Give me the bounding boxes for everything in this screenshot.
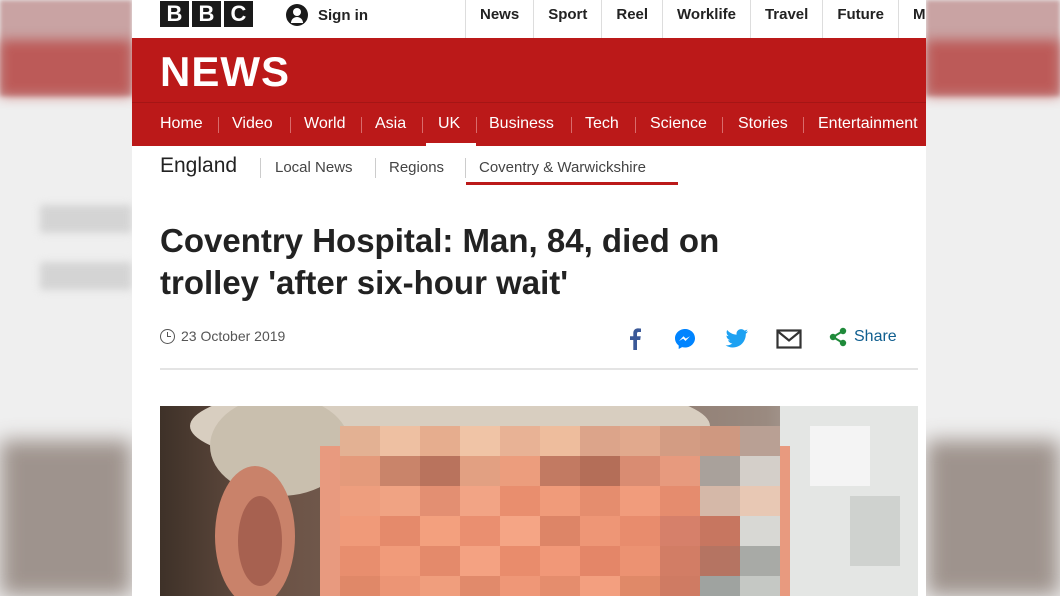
headline-line-1: Coventry Hospital: Man, 84, died on — [160, 222, 720, 259]
sign-in-label: Sign in — [318, 6, 368, 24]
nav-asia[interactable]: Asia — [375, 103, 406, 147]
nav-stories[interactable]: Stories — [738, 103, 788, 147]
bbc-topbar: B B C Sign in News Sport Reel Worklife T… — [132, 0, 926, 39]
share-icon — [829, 327, 847, 347]
news-header: NEWS Home Video World Asia UK Business T… — [132, 38, 926, 147]
article-meta: 23 October 2019 — [160, 328, 285, 344]
sub-nav: England Local News Regions Coventry & Wa… — [132, 146, 926, 190]
email-icon[interactable] — [774, 324, 804, 354]
twitter-icon[interactable] — [722, 324, 752, 354]
top-nav-reel[interactable]: Reel — [601, 0, 662, 38]
subnav-england[interactable]: England — [160, 154, 237, 178]
top-nav-news[interactable]: News — [465, 0, 533, 38]
bbc-logo[interactable]: B B C — [160, 1, 253, 27]
headline-line-2: trolley 'after six-hour wait' — [160, 264, 569, 301]
nav-world[interactable]: World — [304, 103, 346, 147]
top-nav-future[interactable]: Future — [822, 0, 898, 38]
top-nav-sport[interactable]: Sport — [533, 0, 601, 38]
nav-business[interactable]: Business — [489, 103, 554, 147]
share-button[interactable]: Share — [828, 327, 897, 347]
logo-letter: B — [160, 1, 189, 27]
subnav-regions[interactable]: Regions — [389, 159, 444, 176]
facebook-icon[interactable] — [620, 324, 650, 354]
messenger-icon[interactable] — [670, 324, 700, 354]
sign-in-link[interactable]: Sign in — [286, 4, 368, 26]
article-date: 23 October 2019 — [181, 328, 286, 344]
clock-icon — [160, 328, 175, 344]
article-photo — [160, 406, 918, 596]
top-nav-worklife[interactable]: Worklife — [662, 0, 750, 38]
nav-video[interactable]: Video — [232, 103, 273, 147]
top-nav: News Sport Reel Worklife Travel Future M — [465, 0, 926, 38]
user-icon — [286, 4, 308, 26]
subnav-active-indicator — [466, 182, 678, 185]
main-nav: Home Video World Asia UK Business Tech S… — [132, 102, 926, 147]
divider — [160, 368, 918, 370]
nav-home[interactable]: Home — [160, 103, 203, 147]
article-page: B B C Sign in News Sport Reel Worklife T… — [132, 0, 926, 596]
subnav-coventry-warwickshire[interactable]: Coventry & Warwickshire — [479, 159, 646, 176]
logo-letter: C — [224, 1, 253, 27]
logo-letter: B — [192, 1, 221, 27]
nav-uk[interactable]: UK — [438, 103, 460, 147]
nav-entertainment[interactable]: Entertainment — [818, 103, 918, 147]
article-headline: Coventry Hospital: Man, 84, died on trol… — [160, 220, 860, 304]
share-label: Share — [854, 328, 897, 345]
background-left — [0, 0, 132, 596]
news-title[interactable]: NEWS — [160, 50, 290, 94]
top-nav-more[interactable]: M — [898, 0, 926, 38]
subnav-local-news[interactable]: Local News — [275, 159, 353, 176]
top-nav-travel[interactable]: Travel — [749, 0, 822, 38]
background-right — [926, 0, 1060, 596]
nav-science[interactable]: Science — [650, 103, 707, 147]
nav-tech[interactable]: Tech — [585, 103, 619, 147]
